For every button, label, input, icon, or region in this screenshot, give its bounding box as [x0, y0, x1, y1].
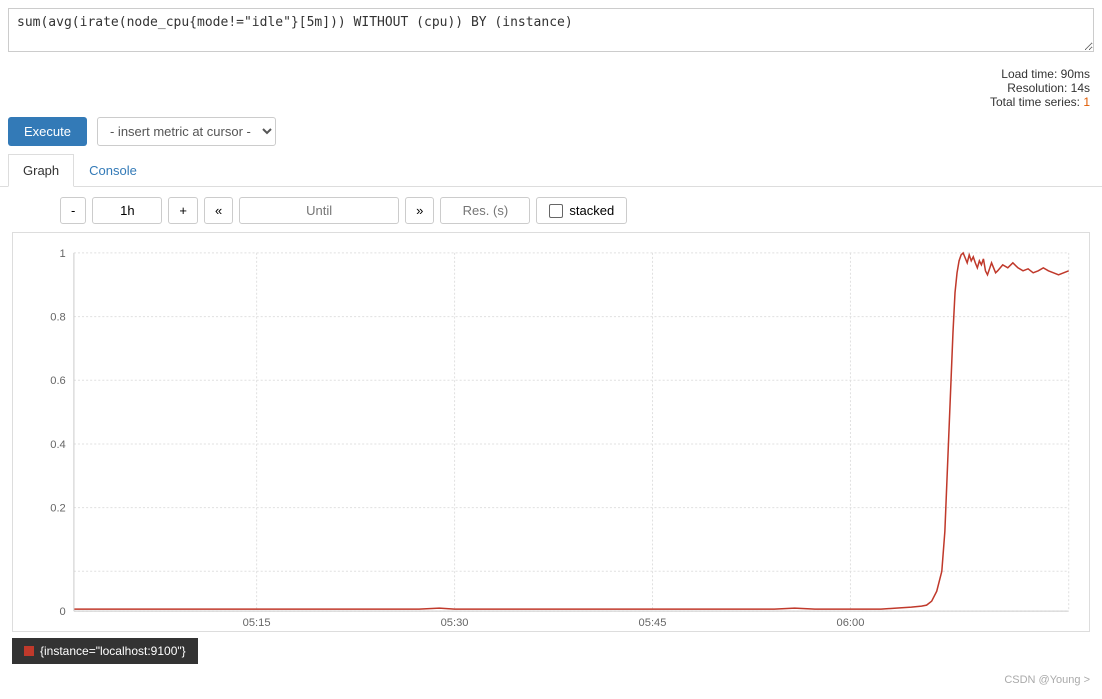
back-button[interactable]: « [204, 197, 233, 224]
total-series-label: Total time series: [990, 95, 1080, 109]
zoom-out-button[interactable]: - [60, 197, 86, 224]
zoom-in-button[interactable]: + [168, 197, 198, 224]
tabs-row: Graph Console [0, 154, 1102, 187]
until-input[interactable] [239, 197, 399, 224]
graph-controls: - + « » stacked [0, 187, 1102, 232]
load-time-value: 90ms [1061, 67, 1090, 81]
resolution-value: 14s [1071, 81, 1090, 95]
svg-text:05:45: 05:45 [639, 617, 667, 629]
controls-row: Execute - insert metric at cursor - [0, 111, 1102, 152]
legend: {instance="localhost:9100"} [12, 638, 198, 664]
svg-text:0.4: 0.4 [50, 439, 66, 451]
stacked-label: stacked [569, 203, 614, 218]
svg-text:0: 0 [60, 606, 66, 618]
svg-text:0.2: 0.2 [50, 503, 66, 515]
tab-console[interactable]: Console [74, 154, 152, 187]
svg-text:0.6: 0.6 [50, 375, 66, 387]
query-info: Load time: 90ms Resolution: 14s Total ti… [0, 63, 1102, 111]
execute-button[interactable]: Execute [8, 117, 87, 146]
duration-input[interactable] [92, 197, 162, 224]
footer: CSDN @Young > [0, 670, 1102, 690]
chart-svg: 1 0.8 0.6 0.4 0.2 0 05:15 05:30 05:45 06… [13, 233, 1089, 631]
svg-text:0.8: 0.8 [50, 312, 66, 324]
svg-text:05:30: 05:30 [441, 617, 469, 629]
metric-selector[interactable]: - insert metric at cursor - [97, 117, 276, 146]
svg-text:06:00: 06:00 [836, 617, 864, 629]
stacked-button[interactable]: stacked [536, 197, 627, 224]
resolution-label: Resolution: [1007, 81, 1067, 95]
data-series-line [74, 253, 1069, 609]
resolution-input[interactable] [440, 197, 530, 224]
svg-text:1: 1 [60, 248, 66, 260]
tab-graph[interactable]: Graph [8, 154, 74, 187]
forward-button[interactable]: » [405, 197, 434, 224]
stacked-icon [549, 204, 563, 218]
svg-text:05:15: 05:15 [243, 617, 271, 629]
chart-container: 1 0.8 0.6 0.4 0.2 0 05:15 05:30 05:45 06… [12, 232, 1090, 632]
legend-label: {instance="localhost:9100"} [40, 644, 186, 658]
load-time-label: Load time: [1001, 67, 1057, 81]
total-series-value: 1 [1083, 95, 1090, 109]
footer-text: CSDN @Young > [1004, 674, 1090, 686]
query-input[interactable]: sum(avg(irate(node_cpu{mode!="idle"}[5m]… [8, 8, 1094, 52]
legend-color-dot [24, 646, 34, 656]
